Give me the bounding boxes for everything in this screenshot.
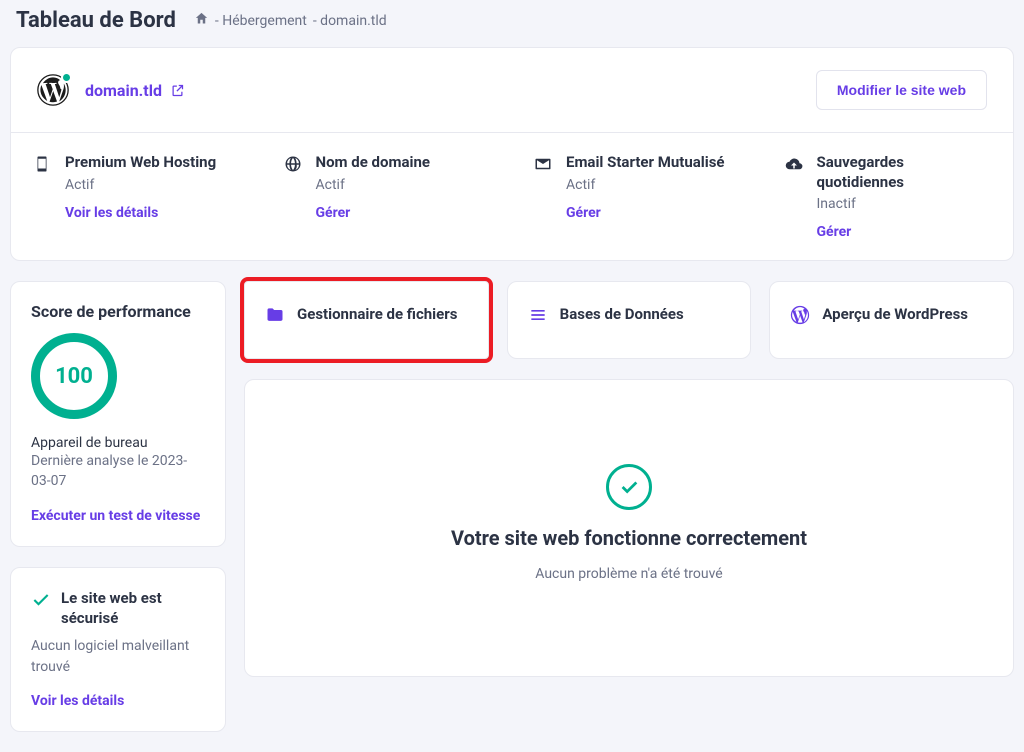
service-link[interactable]: Gérer [817,224,992,240]
security-subtitle: Aucun logiciel malveillant trouvé [31,636,205,677]
site-status-title: Votre site web fonctionne correctement [451,526,807,550]
domain-card: domain.tld Modifier le site web Premium … [10,47,1014,261]
domain-link[interactable]: domain.tld [85,81,185,100]
service-title: Sauvegardes quotidiennes [817,153,992,192]
security-panel: Le site web est sécurisé Aucun logiciel … [10,567,226,732]
site-status-subtitle: Aucun problème n'a été trouvé [535,566,722,582]
service-link[interactable]: Gérer [316,205,430,221]
tile-label: Bases de Données [560,304,684,324]
security-title: Le site web est sécurisé [61,588,205,629]
database-icon [528,305,548,325]
check-icon [31,590,51,610]
breadcrumb-seg: - domain.tld [313,13,387,29]
performance-heading: Score de performance [31,302,205,321]
edit-site-button[interactable]: Modifier le site web [816,70,987,110]
domain-name-text: domain.tld [85,81,162,100]
service-status: Inactif [817,196,992,212]
quick-tiles: Gestionnaire de fichiers Bases de Donnée… [244,281,1014,359]
service-status: Actif [566,177,725,193]
security-details-link[interactable]: Voir les détails [31,691,124,711]
phone-icon [33,153,51,240]
service-status: Actif [316,177,430,193]
performance-panel: Score de performance 100 Appareil de bur… [10,281,226,547]
globe-icon [284,153,302,240]
tile-databases[interactable]: Bases de Données [507,281,752,359]
performance-last-scan: Dernière analyse le 2023-03-07 [31,451,205,492]
service-domain: Nom de domaine Actif Gérer [262,133,513,260]
tile-label: Gestionnaire de fichiers [297,304,457,324]
service-email: Email Starter Mutualisé Actif Gérer [512,133,763,260]
mail-icon [534,153,552,240]
service-hosting: Premium Web Hosting Actif Voir les détai… [11,133,262,260]
breadcrumb: - Hébergement - domain.tld [194,11,387,30]
status-dot-icon [61,72,72,83]
tile-file-manager[interactable]: Gestionnaire de fichiers [244,281,489,359]
external-link-icon [170,83,185,98]
breadcrumb-seg[interactable]: - Hébergement [215,13,307,29]
service-title: Email Starter Mutualisé [566,153,725,173]
page-header: Tableau de Bord - Hébergement - domain.t… [10,0,1014,47]
folder-icon [265,305,285,325]
service-backups: Sauvegardes quotidiennes Inactif Gérer [763,133,1014,260]
wordpress-icon [790,305,810,325]
service-status: Actif [65,177,216,193]
check-circle-icon [606,464,652,510]
service-title: Nom de domaine [316,153,430,173]
home-icon[interactable] [194,11,209,30]
wordpress-icon [37,74,69,106]
service-link[interactable]: Gérer [566,205,725,221]
service-link[interactable]: Voir les détails [65,205,216,221]
cloud-upload-icon [785,153,803,240]
run-speed-test-link[interactable]: Exécuter un test de vitesse [31,506,200,526]
site-status-card: Votre site web fonctionne correctement A… [244,379,1014,677]
page-title: Tableau de Bord [16,8,176,33]
tile-wordpress-overview[interactable]: Aperçu de WordPress [769,281,1014,359]
tile-label: Aperçu de WordPress [822,304,968,324]
service-title: Premium Web Hosting [65,153,216,173]
services-row: Premium Web Hosting Actif Voir les détai… [11,132,1013,260]
performance-device: Appareil de bureau [31,435,205,451]
performance-score: 100 [31,333,117,419]
